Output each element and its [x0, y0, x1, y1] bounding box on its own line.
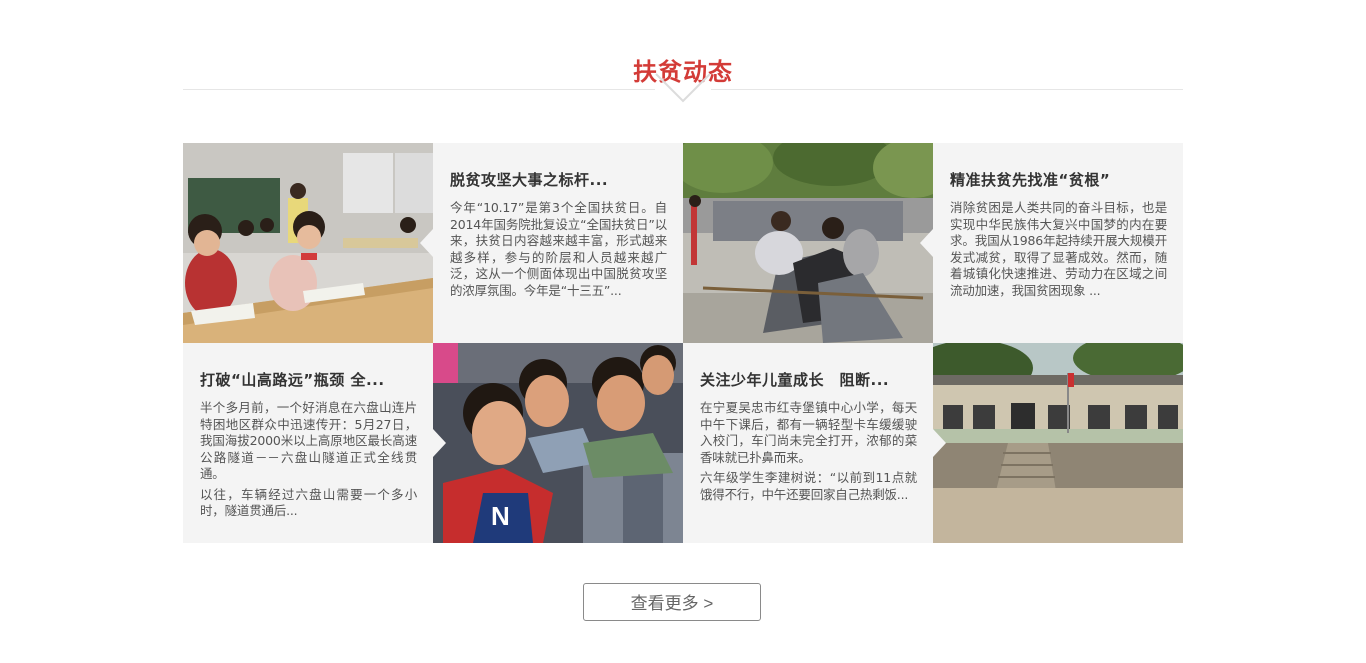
title-divider-left: [183, 89, 655, 90]
news-title[interactable]: 脱贫攻坚大事之标杆...: [450, 169, 667, 190]
news-title[interactable]: 打破“山高路远”瓶颈 全...: [200, 369, 417, 390]
news-card-2[interactable]: 精准扶贫先找准“贫根” 消除贫困是人类共同的奋斗目标，也是实现中华民族伟大复兴中…: [920, 143, 1183, 343]
news-title[interactable]: 精准扶贫先找准“贫根”: [950, 169, 1167, 190]
news-summary: 半个多月前，一个好消息在六盘山连片特困地区群众中迅速传开：5月27日，我国海拔2…: [200, 400, 417, 481]
news-photo-classroom[interactable]: [183, 143, 433, 343]
news-summary: 消除贫困是人类共同的奋斗目标，也是实现中华民族伟大复兴中国梦的内在要求。我国从1…: [950, 200, 1167, 298]
card-pointer: [920, 229, 933, 257]
card-pointer: [933, 429, 946, 457]
news-summary: 在宁夏吴忠市红寺堡镇中心小学，每天中午下课后，都有一辆轻型卡车缓缓驶入校门，车门…: [700, 400, 917, 465]
news-photo-tug-of-war[interactable]: [683, 143, 933, 343]
news-card-3[interactable]: 打破“山高路远”瓶颈 全... 半个多月前，一个好消息在六盘山连片特困地区群众中…: [183, 343, 446, 543]
news-summary: 今年“10.17”是第3个全国扶贫日。自2014年国务院批复设立“全国扶贫日”以…: [450, 200, 667, 298]
title-divider-right: [711, 89, 1183, 90]
news-card-1[interactable]: 脱贫攻坚大事之标杆... 今年“10.17”是第3个全国扶贫日。自2014年国务…: [420, 143, 683, 343]
svg-text:N: N: [491, 501, 510, 531]
news-summary-continued: 六年级学生李建树说：“以前到11点就饿得不行，中午还要回家自己热剩饭...: [700, 470, 917, 502]
card-pointer: [420, 229, 433, 257]
news-card-4[interactable]: 关注少年儿童成长 阻断... 在宁夏吴忠市红寺堡镇中心小学，每天中午下课后，都有…: [683, 343, 946, 543]
news-photo-children[interactable]: N: [433, 343, 683, 543]
news-title[interactable]: 关注少年儿童成长 阻断...: [700, 369, 917, 390]
view-more-button[interactable]: 查看更多 >: [583, 583, 761, 621]
chevron-down-icon: [655, 73, 711, 103]
card-pointer: [433, 429, 446, 457]
news-photo-school-building[interactable]: [933, 343, 1183, 543]
news-grid: 脱贫攻坚大事之标杆... 今年“10.17”是第3个全国扶贫日。自2014年国务…: [183, 143, 1183, 543]
news-summary-continued: 以往，车辆经过六盘山需要一个多小时，隧道贯通后...: [200, 486, 417, 519]
